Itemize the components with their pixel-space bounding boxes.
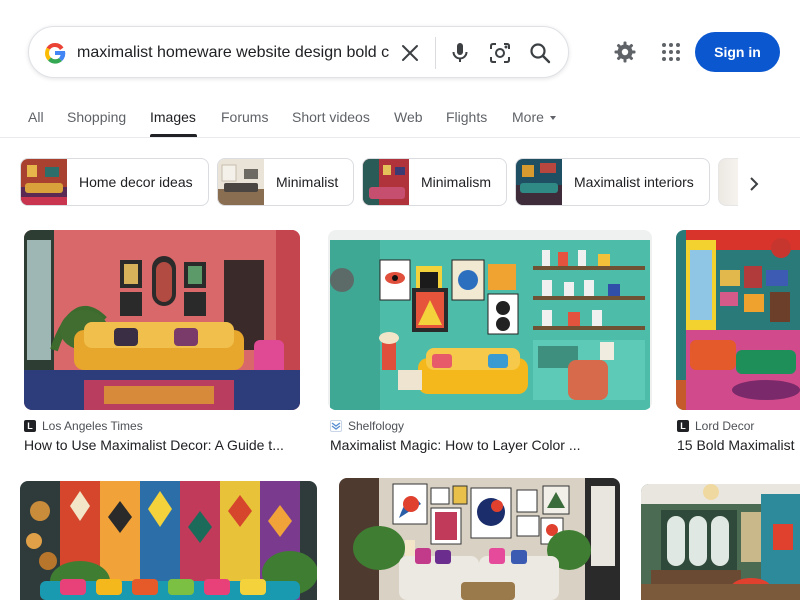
google-apps-icon[interactable] — [656, 37, 686, 67]
result-source[interactable]: L Los Angeles Times — [24, 419, 143, 433]
tab-shopping[interactable]: Shopping — [67, 109, 126, 125]
source-name: Shelfology — [348, 419, 405, 433]
search-icon[interactable] — [526, 39, 554, 67]
chip-thumbnail — [516, 159, 562, 205]
result-title[interactable]: 15 Bold Maximalist — [677, 437, 800, 453]
chip-label: Minimalist — [276, 174, 339, 190]
tab-flights[interactable]: Flights — [446, 109, 487, 125]
active-tab-indicator — [150, 134, 197, 137]
tab-web[interactable]: Web — [394, 109, 423, 125]
chip-minimalism[interactable]: Minimalism — [362, 158, 507, 206]
google-logo-icon[interactable] — [41, 39, 69, 67]
result-image[interactable] — [20, 481, 317, 600]
source-favicon-icon: L — [24, 420, 36, 432]
chevron-right-icon[interactable] — [740, 170, 768, 198]
clear-icon[interactable] — [396, 39, 424, 67]
search-input[interactable]: maximalist homeware website design bold … — [77, 42, 391, 64]
chip-minimalist[interactable]: Minimalist — [217, 158, 354, 206]
tab-more-label: More — [512, 109, 544, 125]
chip-label: Maximalist interiors — [574, 174, 694, 190]
result-source[interactable]: Shelfology — [330, 419, 404, 433]
result-title[interactable]: How to Use Maximalist Decor: A Guide t..… — [24, 437, 302, 453]
result-image[interactable] — [328, 230, 652, 410]
tab-forums[interactable]: Forums — [221, 109, 268, 125]
microphone-icon[interactable] — [446, 39, 474, 67]
caret-down-icon — [549, 116, 556, 121]
source-name: Lord Decor — [695, 419, 755, 433]
tab-images[interactable]: Images — [150, 109, 196, 125]
chip-label: Home decor ideas — [79, 174, 193, 190]
search-divider — [435, 37, 436, 69]
tab-short-videos[interactable]: Short videos — [292, 109, 370, 125]
search-tabs: All Shopping Images Forums Short videos … — [0, 100, 800, 138]
chip-thumbnail — [218, 159, 264, 205]
search-box[interactable]: maximalist homeware website design bold … — [28, 26, 569, 78]
source-favicon-icon: L — [677, 420, 689, 432]
sign-in-button[interactable]: Sign in — [695, 32, 780, 72]
tab-all[interactable]: All — [28, 109, 44, 125]
chip-thumbnail — [363, 159, 409, 205]
result-title[interactable]: Maximalist Magic: How to Layer Color ... — [330, 437, 650, 453]
camera-lens-icon[interactable] — [486, 39, 514, 67]
result-image[interactable] — [339, 478, 620, 600]
result-image[interactable] — [641, 484, 800, 600]
result-image[interactable] — [24, 230, 300, 410]
chip-maximalist-interiors[interactable]: Maximalist interiors — [515, 158, 710, 206]
chip-home-decor-ideas[interactable]: Home decor ideas — [20, 158, 209, 206]
result-image[interactable] — [676, 230, 800, 410]
result-source[interactable]: L Lord Decor — [677, 419, 754, 433]
source-name: Los Angeles Times — [42, 419, 143, 433]
chip-label: Minimalism — [421, 174, 491, 190]
settings-gear-icon[interactable] — [610, 37, 640, 67]
chip-partial[interactable] — [718, 158, 738, 206]
tab-more[interactable]: More — [512, 109, 556, 125]
source-favicon-icon — [330, 420, 342, 432]
chip-thumbnail — [21, 159, 67, 205]
